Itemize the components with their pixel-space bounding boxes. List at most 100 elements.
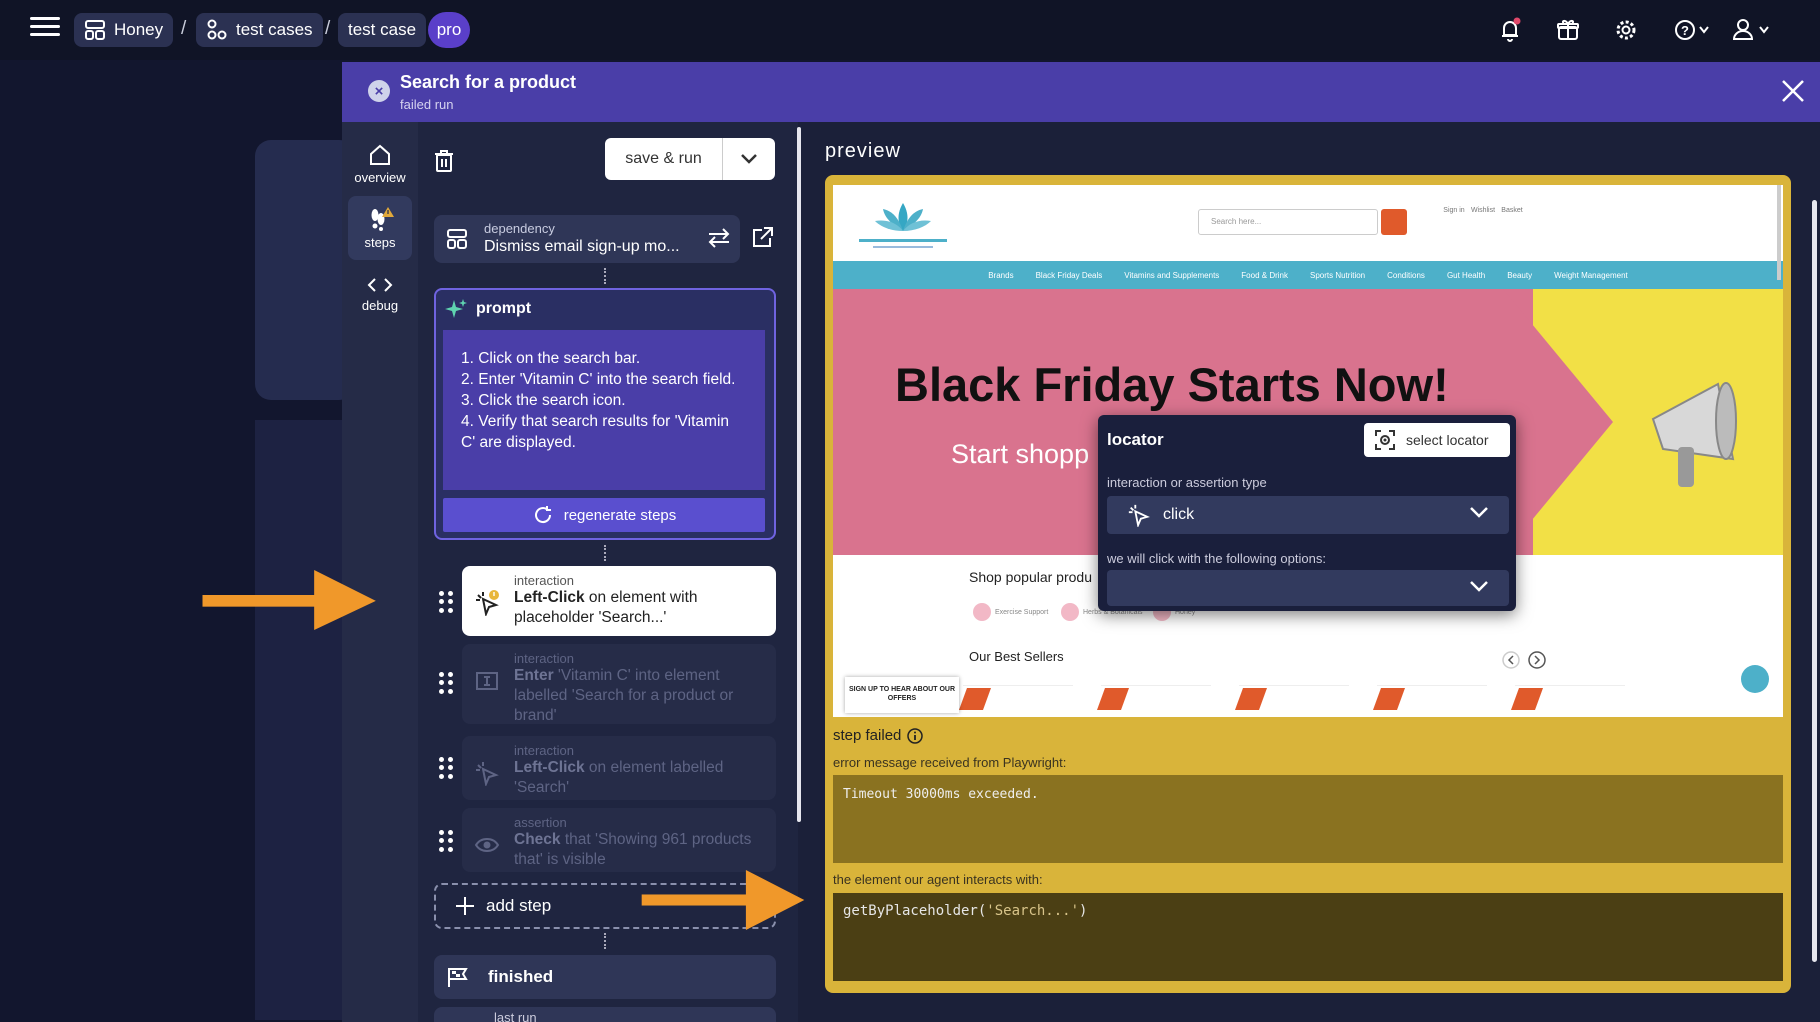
text-input-icon bbox=[476, 672, 498, 690]
chevron-down-icon[interactable] bbox=[723, 138, 775, 180]
cursor-click-icon bbox=[476, 762, 499, 786]
finished-card: finished bbox=[434, 955, 776, 999]
refresh-icon bbox=[534, 506, 551, 524]
eye-icon bbox=[474, 838, 500, 852]
drag-handle-icon[interactable] bbox=[439, 591, 453, 613]
step-card[interactable]: interaction Enter 'Vitamin C' into eleme… bbox=[462, 644, 776, 724]
target-select-icon bbox=[1375, 430, 1395, 450]
rail-item-label: steps bbox=[364, 234, 396, 250]
interaction-type-select[interactable]: click bbox=[1107, 496, 1509, 534]
open-external-icon[interactable] bbox=[750, 226, 774, 255]
drag-handle-icon[interactable] bbox=[439, 757, 453, 779]
interaction-type-label: interaction or assertion type bbox=[1107, 475, 1267, 490]
step-card[interactable]: interaction Left-Click on element with p… bbox=[462, 566, 776, 636]
site-basket-icon: Basket bbox=[1501, 207, 1523, 214]
save-and-run-button[interactable]: save & run bbox=[605, 138, 775, 180]
site-scrollbar bbox=[1777, 185, 1781, 280]
site-product-card bbox=[1510, 685, 1625, 715]
connector bbox=[604, 933, 608, 949]
site-sign-in-icon: Sign in bbox=[1443, 207, 1465, 214]
step-card[interactable]: assertion Check that 'Showing 961 produc… bbox=[462, 808, 776, 872]
error-message-label: error message received from Playwright: bbox=[833, 755, 1067, 770]
test-cases-icon bbox=[207, 19, 227, 40]
breadcrumb-test-cases[interactable]: test cases bbox=[196, 13, 323, 47]
regenerate-label: regenerate steps bbox=[563, 506, 677, 524]
interaction-type-value: click bbox=[1163, 506, 1195, 523]
site-nav-item: Brands bbox=[988, 270, 1014, 280]
pro-badge: pro bbox=[428, 12, 470, 48]
step-type: interaction bbox=[514, 743, 574, 758]
settings-gear-icon[interactable] bbox=[1612, 16, 1640, 44]
breadcrumb-test-case[interactable]: test case bbox=[338, 13, 427, 47]
step-action: Check bbox=[514, 831, 561, 848]
site-search-icon bbox=[1381, 209, 1407, 235]
connector bbox=[604, 545, 608, 561]
background-panel bbox=[255, 420, 355, 1020]
drag-handle-icon[interactable] bbox=[439, 672, 453, 694]
step-action: Left-Click bbox=[514, 759, 585, 776]
code-argument: 'Search...' bbox=[986, 903, 1080, 919]
modal-title: Search for a product bbox=[400, 72, 577, 92]
chevron-down-icon bbox=[1470, 507, 1488, 518]
select-locator-button[interactable]: select locator bbox=[1364, 423, 1510, 457]
close-icon[interactable] bbox=[1780, 78, 1806, 104]
home-icon bbox=[370, 144, 390, 165]
step-failed-heading: step failed bbox=[833, 727, 924, 744]
step-card[interactable]: interaction Left-Click on element labell… bbox=[462, 736, 776, 800]
panel-divider[interactable] bbox=[797, 127, 801, 822]
info-icon[interactable] bbox=[907, 727, 924, 744]
error-message-text: Timeout 30000ms exceeded. bbox=[843, 787, 1039, 802]
prompt-line: 3. Click the search icon. bbox=[461, 392, 626, 409]
preview-title: preview bbox=[825, 140, 901, 162]
swap-icon[interactable] bbox=[706, 226, 732, 255]
user-account-icon[interactable] bbox=[1732, 16, 1774, 44]
site-wishlist-icon: Wishlist bbox=[1470, 207, 1496, 214]
site-search-input: Search here... bbox=[1198, 209, 1378, 235]
plus-icon bbox=[456, 897, 474, 915]
breadcrumb-project-label: Honey bbox=[114, 20, 164, 39]
drag-handle-icon[interactable] bbox=[439, 830, 453, 852]
rail-item-label: debug bbox=[361, 297, 399, 313]
breadcrumb-test-case-label: test case bbox=[348, 20, 417, 39]
breadcrumb-project[interactable]: Honey bbox=[74, 13, 174, 47]
site-best-sellers: Our Best Sellers bbox=[969, 649, 1064, 664]
cursor-click-icon bbox=[476, 590, 499, 616]
add-step-label: add step bbox=[486, 896, 552, 915]
last-run-label: last run bbox=[434, 1007, 776, 1022]
project-icon bbox=[85, 20, 105, 40]
dependency-card[interactable]: dependency Dismiss email sign-up mo... bbox=[434, 215, 740, 263]
trash-icon[interactable] bbox=[432, 148, 460, 176]
chevron-down-icon bbox=[1470, 581, 1488, 592]
site-nav-item: Sports Nutrition bbox=[1309, 270, 1366, 280]
site-product-card bbox=[1372, 685, 1487, 715]
site-product-card bbox=[958, 685, 1073, 715]
prompt-text[interactable]: 1. Click on the search bar. 2. Enter 'Vi… bbox=[443, 330, 765, 490]
dependency-icon bbox=[447, 229, 467, 249]
step-type: assertion bbox=[514, 815, 567, 830]
hamburger-menu-icon[interactable] bbox=[30, 17, 60, 41]
failed-status-icon: × bbox=[368, 80, 390, 102]
regenerate-steps-button[interactable]: regenerate steps bbox=[443, 498, 765, 532]
site-nav-item: Black Friday Deals bbox=[1035, 270, 1103, 280]
step-action: Enter bbox=[514, 667, 554, 684]
finished-label: finished bbox=[488, 967, 554, 986]
site-nav-item: Conditions bbox=[1387, 270, 1425, 280]
prompt-line: 2. Enter 'Vitamin C' into the search fie… bbox=[461, 371, 736, 388]
modal-subtitle: failed run bbox=[400, 97, 454, 112]
click-options-label: we will click with the following options… bbox=[1107, 551, 1326, 566]
site-nav-item: Weight Management bbox=[1554, 270, 1628, 280]
rail-item-debug[interactable]: debug bbox=[348, 262, 412, 326]
help-icon[interactable]: ? bbox=[1674, 16, 1714, 44]
rail-item-overview[interactable]: overview bbox=[348, 132, 412, 196]
site-nav-item: Beauty bbox=[1507, 270, 1533, 280]
gift-icon[interactable] bbox=[1554, 16, 1582, 44]
step-action: Left-Click bbox=[514, 589, 585, 606]
rail-item-steps[interactable]: steps bbox=[348, 196, 412, 260]
modal-scrollbar[interactable] bbox=[1812, 200, 1817, 962]
locator-code-box: getByPlaceholder('Search...') bbox=[833, 893, 1783, 981]
click-options-select[interactable] bbox=[1107, 570, 1509, 606]
site-product-card bbox=[1096, 685, 1211, 715]
notification-bell-icon[interactable] bbox=[1496, 16, 1524, 44]
breadcrumb-separator: / bbox=[181, 18, 187, 39]
locator-title: locator bbox=[1107, 430, 1164, 449]
